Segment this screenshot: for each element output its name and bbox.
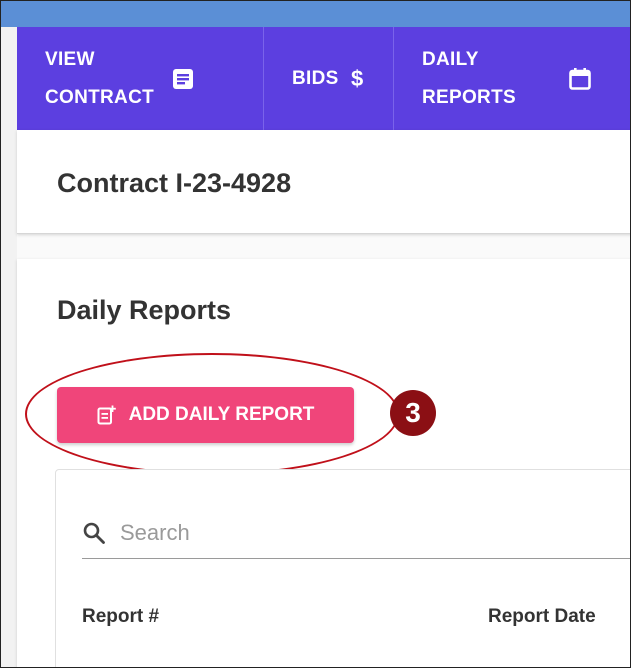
tab-view-contract-label: VIEW CONTRACT (45, 48, 154, 108)
add-note-icon (97, 405, 116, 425)
screenshot-frame: VIEW CONTRACT BIDS $ DAILY REPORTS Contr… (0, 0, 631, 668)
reports-table: Report # Report Date (55, 469, 630, 667)
tab-view-contract[interactable]: VIEW CONTRACT (17, 27, 264, 130)
tab-daily-reports[interactable]: DAILY REPORTS (394, 27, 630, 130)
step-number-badge: 3 (390, 390, 436, 436)
column-header-report-date[interactable]: Report Date (488, 606, 596, 628)
left-rail (1, 27, 17, 667)
svg-text:$: $ (351, 67, 364, 91)
search-icon (83, 522, 105, 544)
document-icon (173, 68, 193, 89)
contract-tab-bar: VIEW CONTRACT BIDS $ DAILY REPORTS (17, 27, 630, 130)
window-top-strip (1, 1, 630, 27)
add-daily-report-label: ADD DAILY REPORT (128, 404, 315, 425)
tab-daily-reports-label: DAILY REPORTS (422, 48, 516, 108)
daily-reports-card: Daily Reports ADD DAILY REPORT 3 Repor (17, 259, 630, 667)
contract-header-card: Contract I-23-4928 (17, 130, 630, 234)
add-daily-report-button[interactable]: ADD DAILY REPORT (57, 387, 354, 443)
search-input[interactable] (118, 519, 602, 547)
dollar-icon: $ (351, 67, 364, 91)
contract-title: Contract I-23-4928 (57, 168, 292, 198)
tab-bids-label: BIDS (292, 67, 339, 89)
tab-bids[interactable]: BIDS $ (264, 27, 394, 130)
column-header-report-number[interactable]: Report # (82, 606, 159, 628)
calendar-icon (569, 67, 591, 90)
search-field[interactable] (82, 508, 630, 559)
daily-reports-title: Daily Reports (57, 295, 232, 325)
